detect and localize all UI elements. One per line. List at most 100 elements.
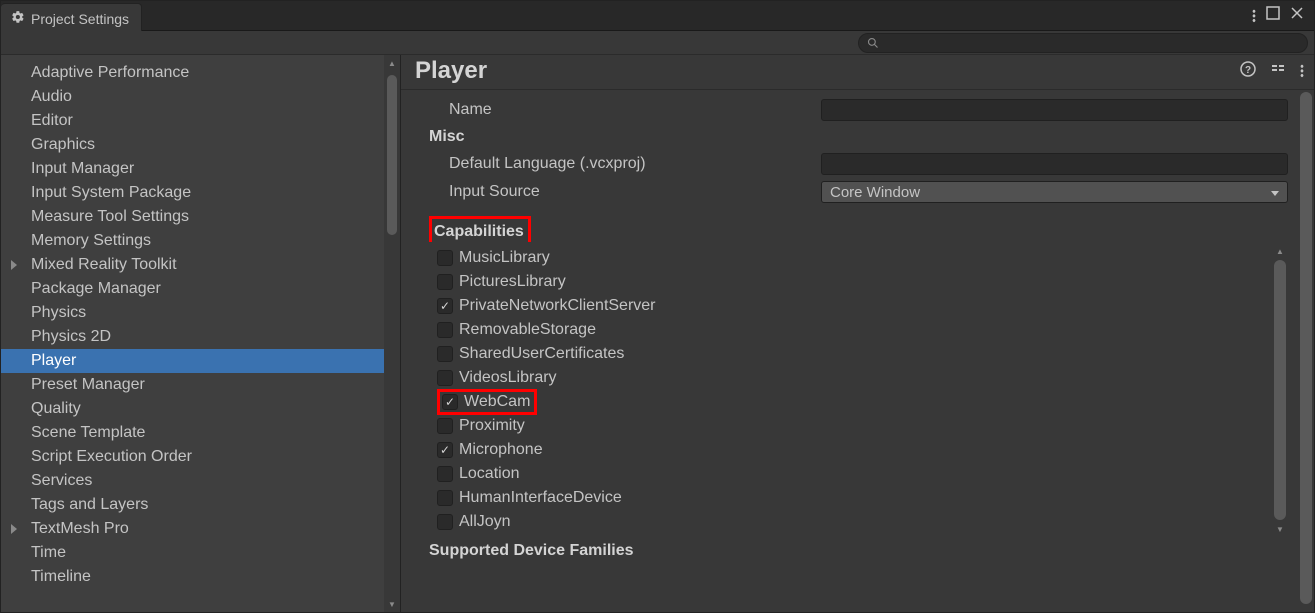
sidebar-item-label: Package Manager [31, 280, 161, 297]
search-input[interactable] [885, 36, 1299, 50]
default-language-label: Default Language (.vcxproj) [421, 155, 821, 173]
sidebar-item-label: Measure Tool Settings [31, 208, 189, 225]
titlebar: Project Settings [1, 1, 1314, 31]
sidebar-item-timeline[interactable]: Timeline [1, 565, 384, 589]
capability-row-alljoyn: AllJoyn [431, 510, 1286, 534]
preset-icon[interactable] [1270, 61, 1286, 82]
capability-label: PrivateNetworkClientServer [459, 297, 656, 315]
sidebar-item-label: Physics [31, 304, 86, 321]
capability-row-proximity: Proximity [431, 414, 1286, 438]
window-tab-label: Project Settings [31, 11, 129, 27]
sidebar-item-quality[interactable]: Quality [1, 397, 384, 421]
sidebar-item-script-execution-order[interactable]: Script Execution Order [1, 445, 384, 469]
capability-checkbox[interactable] [437, 514, 453, 530]
capability-row-videoslibrary: VideosLibrary [431, 366, 1286, 390]
window-tab-project-settings[interactable]: Project Settings [1, 3, 142, 33]
name-input[interactable] [821, 99, 1288, 121]
capability-row-removablestorage: RemovableStorage [431, 318, 1286, 342]
capability-label: Location [459, 465, 520, 483]
capability-row-webcam: ✓ WebCam [431, 390, 1286, 414]
capability-checkbox[interactable] [437, 418, 453, 434]
capability-highlight: ✓ WebCam [437, 389, 537, 415]
capability-checkbox[interactable]: ✓ [442, 394, 458, 410]
capability-label: VideosLibrary [459, 369, 557, 387]
name-field-label: Name [421, 101, 821, 119]
scroll-up-arrow[interactable]: ▲ [384, 55, 400, 71]
sidebar-item-memory-settings[interactable]: Memory Settings [1, 229, 384, 253]
capabilities-section: Capabilities [421, 216, 1290, 242]
titlebar-controls [1242, 1, 1314, 30]
sidebar-item-physics[interactable]: Physics [1, 301, 384, 325]
input-source-dropdown[interactable]: Core Window [821, 181, 1288, 203]
capability-checkbox[interactable] [437, 274, 453, 290]
sidebar-scrollbar[interactable]: ▲ ▼ [384, 55, 400, 612]
sidebar-item-audio[interactable]: Audio [1, 85, 384, 109]
sidebar-item-mixed-reality-toolkit[interactable]: Mixed Reality Toolkit [1, 253, 384, 277]
main-scroll-thumb[interactable] [1300, 92, 1312, 604]
sidebar-item-measure-tool-settings[interactable]: Measure Tool Settings [1, 205, 384, 229]
sidebar-item-tags-and-layers[interactable]: Tags and Layers [1, 493, 384, 517]
input-source-label: Input Source [421, 183, 821, 201]
panel-menu-icon[interactable] [1300, 64, 1304, 78]
sidebar-item-package-manager[interactable]: Package Manager [1, 277, 384, 301]
sidebar-item-graphics[interactable]: Graphics [1, 133, 384, 157]
misc-section-label: Misc [421, 124, 1290, 150]
capability-label: Proximity [459, 417, 525, 435]
sidebar-item-textmesh-pro[interactable]: TextMesh Pro [1, 517, 384, 541]
sidebar-item-label: Services [31, 472, 92, 489]
search-input-wrap[interactable] [858, 33, 1308, 53]
capability-row-humaninterfacedevice: HumanInterfaceDevice [431, 486, 1286, 510]
capability-label: AllJoyn [459, 513, 511, 531]
close-icon[interactable] [1290, 6, 1304, 25]
sidebar-item-label: Mixed Reality Toolkit [31, 256, 177, 273]
cap-scroll-down[interactable]: ▼ [1274, 524, 1286, 534]
capability-checkbox[interactable] [437, 322, 453, 338]
project-settings-window: Project Settings Adaptive Performance Aud… [0, 0, 1315, 613]
sidebar-item-preset-manager[interactable]: Preset Manager [1, 373, 384, 397]
capability-label: MusicLibrary [459, 249, 550, 267]
main-header: Player ? [401, 55, 1314, 90]
capability-row-privatenetworkclientserver: ✓ PrivateNetworkClientServer [431, 294, 1286, 318]
name-field-row: Name [421, 96, 1290, 124]
capability-checkbox[interactable] [437, 466, 453, 482]
expand-arrow-icon[interactable] [11, 260, 17, 270]
default-language-row: Default Language (.vcxproj) [421, 150, 1290, 178]
main-scrollbar[interactable] [1298, 90, 1314, 612]
maximize-icon[interactable] [1266, 6, 1280, 25]
svg-text:?: ? [1245, 65, 1251, 76]
capability-checkbox[interactable] [437, 490, 453, 506]
scroll-down-arrow[interactable]: ▼ [384, 596, 400, 612]
sidebar-item-physics-2d[interactable]: Physics 2D [1, 325, 384, 349]
sidebar-item-player[interactable]: Player [1, 349, 384, 373]
sidebar-item-label: Editor [31, 112, 73, 129]
sidebar-item-time[interactable]: Time [1, 541, 384, 565]
settings-sidebar: Adaptive PerformanceAudioEditorGraphicsI… [1, 55, 384, 612]
sidebar-item-label: Script Execution Order [31, 448, 192, 465]
capability-checkbox[interactable]: ✓ [437, 298, 453, 314]
cap-scroll-thumb[interactable] [1274, 260, 1286, 520]
capability-label: PicturesLibrary [459, 273, 566, 291]
expand-arrow-icon[interactable] [11, 524, 17, 534]
sidebar-scroll-thumb[interactable] [387, 75, 397, 235]
sidebar-item-services[interactable]: Services [1, 469, 384, 493]
capability-checkbox[interactable] [437, 250, 453, 266]
capability-checkbox[interactable] [437, 370, 453, 386]
sidebar-item-input-manager[interactable]: Input Manager [1, 157, 384, 181]
sidebar-item-adaptive-performance[interactable]: Adaptive Performance [1, 61, 384, 85]
sidebar-item-label: Quality [31, 400, 81, 417]
window-menu-icon[interactable] [1252, 9, 1256, 23]
capability-label: WebCam [464, 393, 530, 411]
sidebar-item-label: Audio [31, 88, 72, 105]
cap-scroll-up[interactable]: ▲ [1274, 246, 1286, 256]
capability-checkbox[interactable]: ✓ [437, 442, 453, 458]
help-icon[interactable]: ? [1240, 61, 1256, 82]
capabilities-scrollbar[interactable]: ▲ ▼ [1274, 246, 1286, 534]
sidebar-item-editor[interactable]: Editor [1, 109, 384, 133]
sidebar-item-label: Scene Template [31, 424, 145, 441]
sidebar-item-input-system-package[interactable]: Input System Package [1, 181, 384, 205]
capability-row-microphone: ✓Microphone [431, 438, 1286, 462]
capability-checkbox[interactable] [437, 346, 453, 362]
sidebar-item-label: Tags and Layers [31, 496, 148, 513]
sidebar-item-scene-template[interactable]: Scene Template [1, 421, 384, 445]
default-language-input[interactable] [821, 153, 1288, 175]
